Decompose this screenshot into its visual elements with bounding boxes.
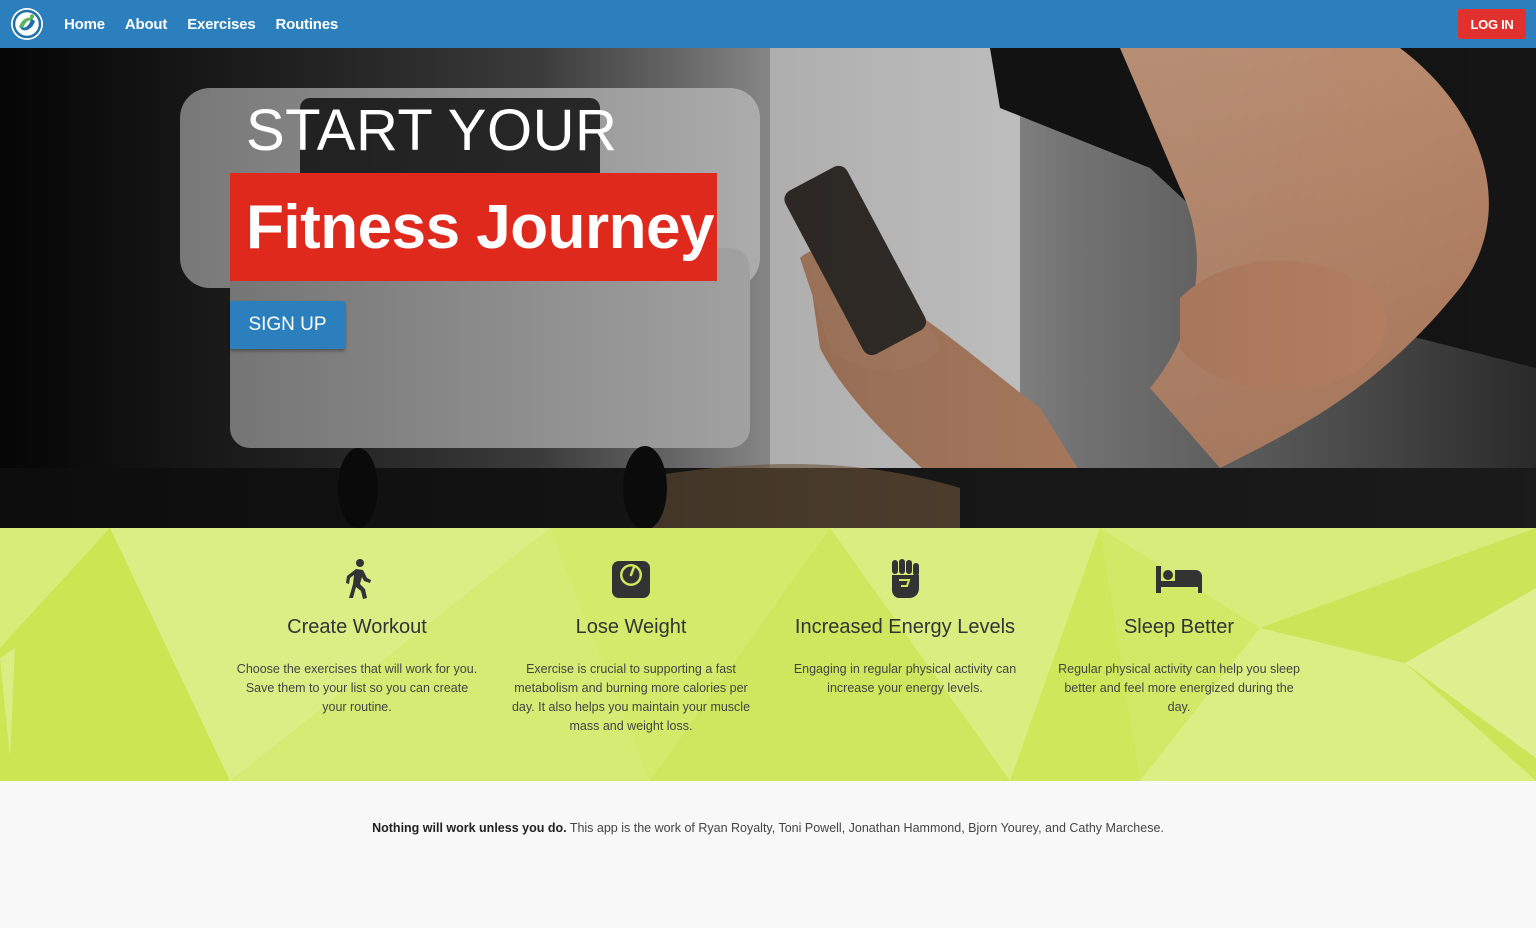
feature-title: Lose Weight [575,616,687,638]
footer: Nothing will work unless you do. This ap… [0,781,1536,928]
feature-title: Create Workout [287,616,427,638]
footer-motto: Nothing will work unless you do. [372,821,567,835]
feature-title: Increased Energy Levels [794,616,1016,638]
hero-background-image [0,48,1536,528]
polygon-background [0,528,1536,781]
feature-title: Sleep Better [1123,616,1235,638]
bed-icon [1156,566,1202,593]
login-button[interactable]: LOG IN [1458,9,1526,39]
footer-text: Nothing will work unless you do. This ap… [0,821,1536,835]
feature-text: Exercise is crucial to supporting a fast… [511,662,751,733]
fist-icon [892,559,919,598]
scale-icon [612,561,650,598]
features-section: Create Workout Choose the exercises that… [0,528,1536,781]
hero-title-start: START YOUR [246,98,618,163]
nav-links: Home About Exercises Routines [54,0,348,48]
hero-section: START YOUR Fitness Journey SIGN UP [0,48,1536,528]
signup-button[interactable]: SIGN UP [230,301,345,349]
navbar: Home About Exercises Routines LOG IN [0,0,1536,48]
feature-text: Choose the exercises that will work for … [236,662,478,714]
walking-icon [346,559,371,599]
logo-icon[interactable] [10,7,44,41]
nav-routines[interactable]: Routines [265,16,348,33]
feature-text: Engaging in regular physical activity ca… [793,662,1017,695]
footer-credits: This app is the work of Ryan Royalty, To… [569,821,1164,835]
nav-home[interactable]: Home [54,16,115,33]
feature-text: Regular physical activity can help you s… [1058,662,1300,714]
hero-title-fitness: Fitness Journey [230,173,717,281]
nav-about[interactable]: About [115,16,177,33]
nav-exercises[interactable]: Exercises [177,16,265,33]
